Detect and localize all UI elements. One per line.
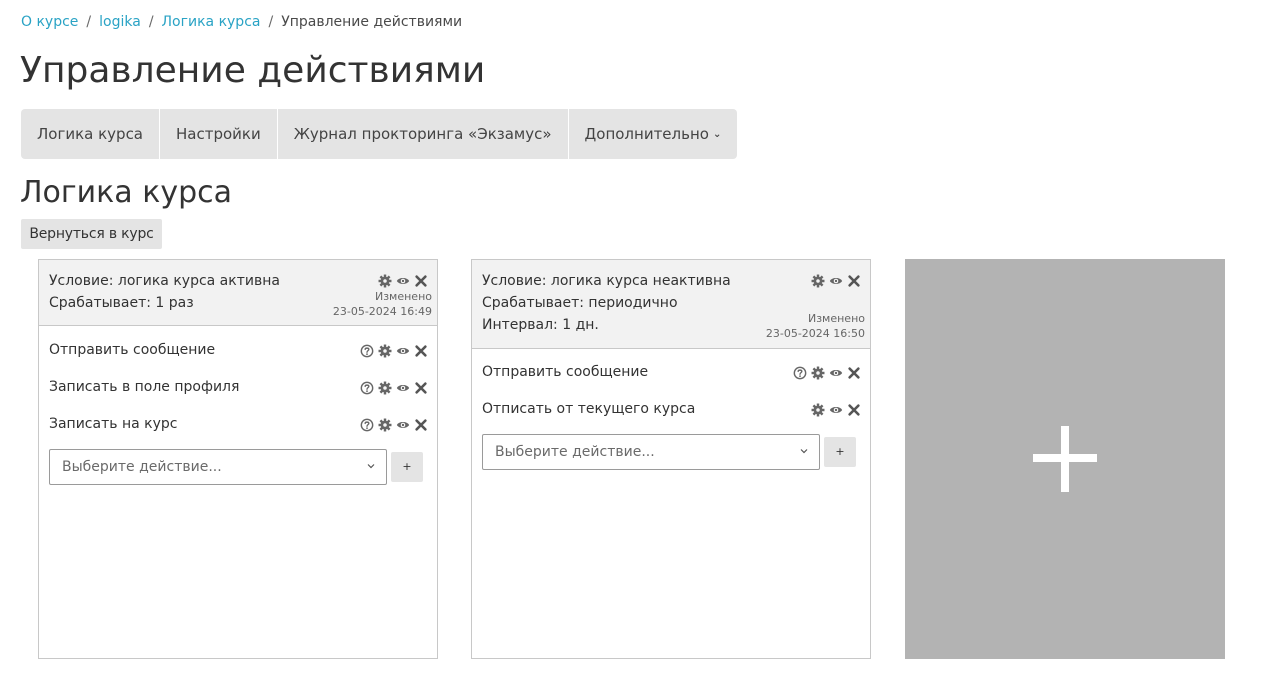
action-label: Записать на курс	[49, 416, 178, 432]
action-label: Записать в поле профиля	[49, 379, 240, 395]
eye-icon[interactable]	[396, 418, 410, 432]
rule-header-icons	[811, 274, 861, 288]
secondary-navigation: Логика курса Настройки Журнал прокторинг…	[21, 109, 738, 159]
rule-changed: Изменено 23-05-2024 16:49	[333, 289, 432, 319]
help-icon[interactable]	[793, 366, 807, 380]
nav-tab-proctoring-log[interactable]: Журнал прокторинга «Экзамус»	[278, 109, 569, 159]
close-icon[interactable]	[414, 418, 428, 432]
rule-card: Условие: логика курса активна Срабатывае…	[38, 259, 438, 659]
action-row: Отправить сообщение	[39, 334, 437, 371]
add-action-row: Выберите действие... +	[39, 449, 437, 489]
action-select[interactable]: Выберите действие...	[49, 449, 387, 485]
close-icon[interactable]	[847, 274, 861, 288]
rule-header-icons	[378, 274, 428, 288]
gear-icon[interactable]	[378, 274, 392, 288]
help-icon[interactable]	[360, 381, 374, 395]
breadcrumb-link-course[interactable]: logika	[99, 14, 141, 30]
action-icons	[793, 366, 861, 380]
rule-header: Условие: логика курса неактивна Срабатыв…	[472, 260, 870, 349]
add-action-button[interactable]: +	[824, 437, 856, 467]
eye-icon[interactable]	[829, 274, 843, 288]
breadcrumb: О курсе / logika / Логика курса / Управление д…	[21, 12, 462, 32]
close-icon[interactable]	[414, 274, 428, 288]
help-icon[interactable]	[360, 344, 374, 358]
action-select-placeholder: Выберите действие...	[62, 459, 222, 475]
chevron-down-icon: ⌄	[712, 128, 722, 140]
eye-icon[interactable]	[829, 366, 843, 380]
close-icon[interactable]	[847, 403, 861, 417]
breadcrumb-link-course-logic[interactable]: Логика курса	[162, 14, 261, 30]
rule-changed-label: Изменено	[807, 312, 865, 325]
nav-tab-course-logic[interactable]: Логика курса	[21, 109, 161, 159]
action-icons	[360, 344, 428, 358]
help-icon[interactable]	[360, 418, 374, 432]
rule-card: Условие: логика курса неактивна Срабатыв…	[471, 259, 871, 659]
breadcrumb-separator: /	[86, 14, 92, 30]
gear-icon[interactable]	[378, 418, 392, 432]
add-action-row: Выберите действие... +	[472, 434, 870, 474]
plus-icon	[1033, 454, 1097, 462]
add-action-button[interactable]: +	[391, 452, 423, 482]
eye-icon[interactable]	[396, 344, 410, 358]
breadcrumb-separator: /	[268, 14, 274, 30]
action-label: Отправить сообщение	[482, 364, 649, 380]
eye-icon[interactable]	[396, 274, 410, 288]
close-icon[interactable]	[847, 366, 861, 380]
eye-icon[interactable]	[396, 381, 410, 395]
nav-more-label: Дополнительно	[584, 125, 709, 143]
action-select[interactable]: Выберите действие...	[482, 434, 820, 470]
gear-icon[interactable]	[378, 381, 392, 395]
breadcrumb-separator: /	[148, 14, 154, 30]
nav-tab-settings[interactable]: Настройки	[160, 109, 278, 159]
action-select-placeholder: Выберите действие...	[495, 444, 655, 460]
action-label: Отписать от текущего курса	[482, 401, 696, 417]
close-icon[interactable]	[414, 344, 428, 358]
eye-icon[interactable]	[829, 403, 843, 417]
section-title: Логика курса	[20, 175, 233, 210]
nav-tab-more[interactable]: Дополнительно ⌄	[569, 109, 738, 159]
breadcrumb-current: Управление действиями	[281, 14, 463, 30]
rule-changed-date: 23-05-2024 16:49	[332, 305, 432, 318]
gear-icon[interactable]	[811, 274, 825, 288]
rule-changed-label: Изменено	[374, 290, 432, 303]
gear-icon[interactable]	[378, 344, 392, 358]
breadcrumb-link-about-course[interactable]: О курсе	[21, 14, 78, 30]
gear-icon[interactable]	[811, 403, 825, 417]
rule-changed-date: 23-05-2024 16:50	[765, 327, 865, 340]
action-row: Отправить сообщение	[472, 356, 870, 393]
back-to-course-button[interactable]: Вернуться в курс	[21, 219, 162, 249]
rule-header: Условие: логика курса активна Срабатывае…	[39, 260, 437, 326]
add-rule-tile[interactable]	[905, 259, 1225, 659]
action-icons	[360, 381, 428, 395]
action-row: Записать в поле профиля	[39, 371, 437, 408]
action-row: Отписать от текущего курса	[472, 393, 870, 430]
close-icon[interactable]	[414, 381, 428, 395]
action-icons	[811, 403, 861, 417]
gear-icon[interactable]	[811, 366, 825, 380]
action-row: Записать на курс	[39, 408, 437, 445]
chevron-down-icon	[800, 449, 808, 454]
rule-condition: Условие: логика курса неактивна	[482, 273, 731, 289]
action-icons	[360, 418, 428, 432]
rule-changed: Изменено 23-05-2024 16:50	[766, 311, 865, 341]
page-title: Управление действиями	[20, 50, 486, 91]
action-label: Отправить сообщение	[49, 342, 216, 358]
chevron-down-icon	[367, 464, 375, 469]
